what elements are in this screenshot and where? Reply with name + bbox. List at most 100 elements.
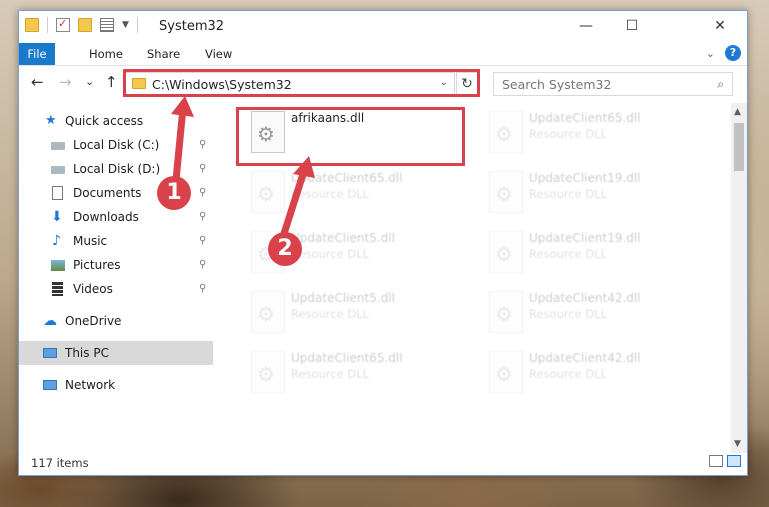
vertical-scrollbar[interactable]: ▲ ▼ bbox=[731, 103, 747, 453]
gear-icon: ⚙ bbox=[257, 182, 275, 206]
file-type: Resource DLL bbox=[291, 307, 370, 321]
dll-file-icon: ⚙ bbox=[489, 291, 523, 333]
help-icon[interactable]: ? bbox=[725, 45, 741, 61]
sidebar-item-label: Quick access bbox=[65, 114, 144, 128]
search-input[interactable] bbox=[500, 76, 704, 93]
folder-icon[interactable] bbox=[25, 18, 39, 32]
maximize-button[interactable]: ☐ bbox=[609, 11, 655, 41]
search-box[interactable]: ⌕ bbox=[493, 72, 733, 96]
tab-share[interactable]: Share bbox=[137, 43, 190, 65]
search-icon[interactable]: ⌕ bbox=[717, 77, 724, 92]
properties-check-icon[interactable] bbox=[56, 17, 70, 32]
tab-home[interactable]: Home bbox=[79, 43, 133, 65]
video-icon bbox=[52, 282, 63, 296]
sidebar-item-network[interactable]: Network bbox=[19, 373, 213, 397]
pin-icon[interactable]: ⚲ bbox=[199, 229, 206, 253]
music-icon: ♪ bbox=[52, 233, 61, 249]
drive-icon bbox=[51, 142, 65, 150]
item-count: 117 items bbox=[31, 456, 89, 470]
back-button[interactable]: ← bbox=[31, 73, 44, 91]
scroll-up-icon[interactable]: ▲ bbox=[734, 107, 741, 117]
document-icon bbox=[52, 186, 63, 200]
star-icon: ★ bbox=[45, 113, 57, 128]
sidebar-item-pictures[interactable]: Pictures ⚲ bbox=[19, 253, 213, 277]
scrollbar-thumb[interactable] bbox=[734, 123, 744, 171]
sidebar-item-local-disk-d[interactable]: Local Disk (D:) ⚲ bbox=[19, 157, 213, 181]
dll-file-icon: ⚙ bbox=[489, 111, 523, 153]
file-name: UpdateClient65.dll bbox=[291, 351, 403, 365]
scroll-down-icon[interactable]: ▼ bbox=[734, 439, 741, 449]
file-tile[interactable]: ⚙ UpdateClient19.dll Resource DLL bbox=[479, 227, 699, 279]
sidebar-item-label: Network bbox=[65, 378, 116, 392]
download-icon: ⬇ bbox=[51, 209, 63, 225]
file-tile[interactable]: ⚙ UpdateClient5.dll Resource DLL bbox=[241, 287, 461, 339]
file-tile[interactable]: ⚙ UpdateClient65.dll Resource DLL bbox=[241, 167, 461, 219]
ribbon-tabs: File Home Share View ⌄ ? bbox=[19, 43, 747, 66]
drive-icon bbox=[51, 166, 65, 174]
file-name: UpdateClient65.dll bbox=[291, 171, 403, 185]
sidebar-item-videos[interactable]: Videos ⚲ bbox=[19, 277, 213, 301]
file-highlight-box bbox=[236, 107, 465, 166]
sidebar-item-label: Pictures bbox=[73, 258, 121, 272]
sidebar-item-label: Local Disk (D:) bbox=[73, 162, 161, 176]
sidebar-item-local-disk-c[interactable]: Local Disk (C:) ⚲ bbox=[19, 133, 213, 157]
dll-file-icon: ⚙ bbox=[251, 351, 285, 393]
pictures-icon bbox=[51, 260, 65, 271]
large-icons-view-icon[interactable] bbox=[727, 455, 741, 467]
network-icon bbox=[43, 380, 57, 390]
gear-icon: ⚙ bbox=[257, 302, 275, 326]
ribbon-right-controls: ⌄ ? bbox=[706, 45, 741, 61]
file-type: Resource DLL bbox=[529, 127, 608, 141]
sidebar-item-this-pc[interactable]: This PC bbox=[19, 341, 213, 365]
file-tile[interactable]: ⚙ UpdateClient65.dll Resource DLL bbox=[241, 347, 461, 399]
minimize-button[interactable]: — bbox=[563, 11, 609, 41]
file-tile[interactable]: ⚙ UpdateClient42.dll Resource DLL bbox=[479, 347, 699, 399]
dll-file-icon: ⚙ bbox=[251, 171, 285, 213]
close-button[interactable]: ✕ bbox=[693, 11, 747, 41]
file-tile[interactable]: ⚙ UpdateClient19.dll Resource DLL bbox=[479, 167, 699, 219]
sidebar-item-quick-access[interactable]: ★ Quick access bbox=[19, 109, 213, 133]
pin-icon[interactable]: ⚲ bbox=[199, 133, 206, 157]
file-type: Resource DLL bbox=[291, 187, 370, 201]
gear-icon: ⚙ bbox=[495, 242, 513, 266]
file-name: UpdateClient42.dll bbox=[529, 291, 641, 305]
sidebar-item-downloads[interactable]: ⬇ Downloads ⚲ bbox=[19, 205, 213, 229]
details-view-icon[interactable] bbox=[709, 455, 723, 467]
file-tile[interactable]: ⚙ UpdateClient42.dll Resource DLL bbox=[479, 287, 699, 339]
callout-number-1: 1 bbox=[157, 176, 191, 210]
file-type: Resource DLL bbox=[529, 307, 608, 321]
pin-icon[interactable]: ⚲ bbox=[199, 205, 206, 229]
file-type: Resource DLL bbox=[529, 367, 608, 381]
file-name: UpdateClient19.dll bbox=[529, 231, 641, 245]
toolbar-divider bbox=[136, 17, 138, 33]
file-type: Resource DLL bbox=[291, 247, 370, 261]
tab-view[interactable]: View bbox=[195, 43, 242, 65]
forward-button[interactable]: → bbox=[59, 73, 72, 91]
sidebar-item-label: Documents bbox=[73, 186, 142, 200]
file-tile[interactable]: ⚙ UpdateClient65.dll Resource DLL bbox=[479, 107, 699, 159]
chevron-down-icon[interactable]: ⌄ bbox=[706, 47, 715, 60]
pin-icon[interactable]: ⚲ bbox=[199, 157, 206, 181]
up-button[interactable]: ↑ bbox=[105, 73, 118, 91]
file-name: UpdateClient42.dll bbox=[529, 351, 641, 365]
file-name: UpdateClient5.dll bbox=[291, 231, 395, 245]
file-name: UpdateClient5.dll bbox=[291, 291, 395, 305]
file-type: Resource DLL bbox=[529, 187, 608, 201]
tab-file[interactable]: File bbox=[19, 43, 55, 65]
dll-file-icon: ⚙ bbox=[251, 291, 285, 333]
pin-icon[interactable]: ⚲ bbox=[199, 181, 206, 205]
window-title: System32 bbox=[159, 19, 225, 34]
recent-locations-button[interactable]: ⌄ bbox=[85, 75, 94, 88]
properties-icon[interactable] bbox=[100, 18, 114, 32]
new-folder-icon[interactable] bbox=[78, 18, 92, 32]
pin-icon[interactable]: ⚲ bbox=[199, 277, 206, 301]
sidebar-item-music[interactable]: ♪ Music ⚲ bbox=[19, 229, 213, 253]
sidebar-item-onedrive[interactable]: ☁ OneDrive bbox=[19, 309, 213, 333]
sidebar-item-label: This PC bbox=[65, 346, 109, 360]
toolbar-divider bbox=[47, 17, 48, 33]
gear-icon: ⚙ bbox=[495, 362, 513, 386]
file-type: Resource DLL bbox=[529, 247, 608, 261]
sidebar-item-label: Videos bbox=[73, 282, 113, 296]
pin-icon[interactable]: ⚲ bbox=[199, 253, 206, 277]
customize-toolbar-chevron-icon[interactable]: ▼ bbox=[122, 20, 129, 30]
